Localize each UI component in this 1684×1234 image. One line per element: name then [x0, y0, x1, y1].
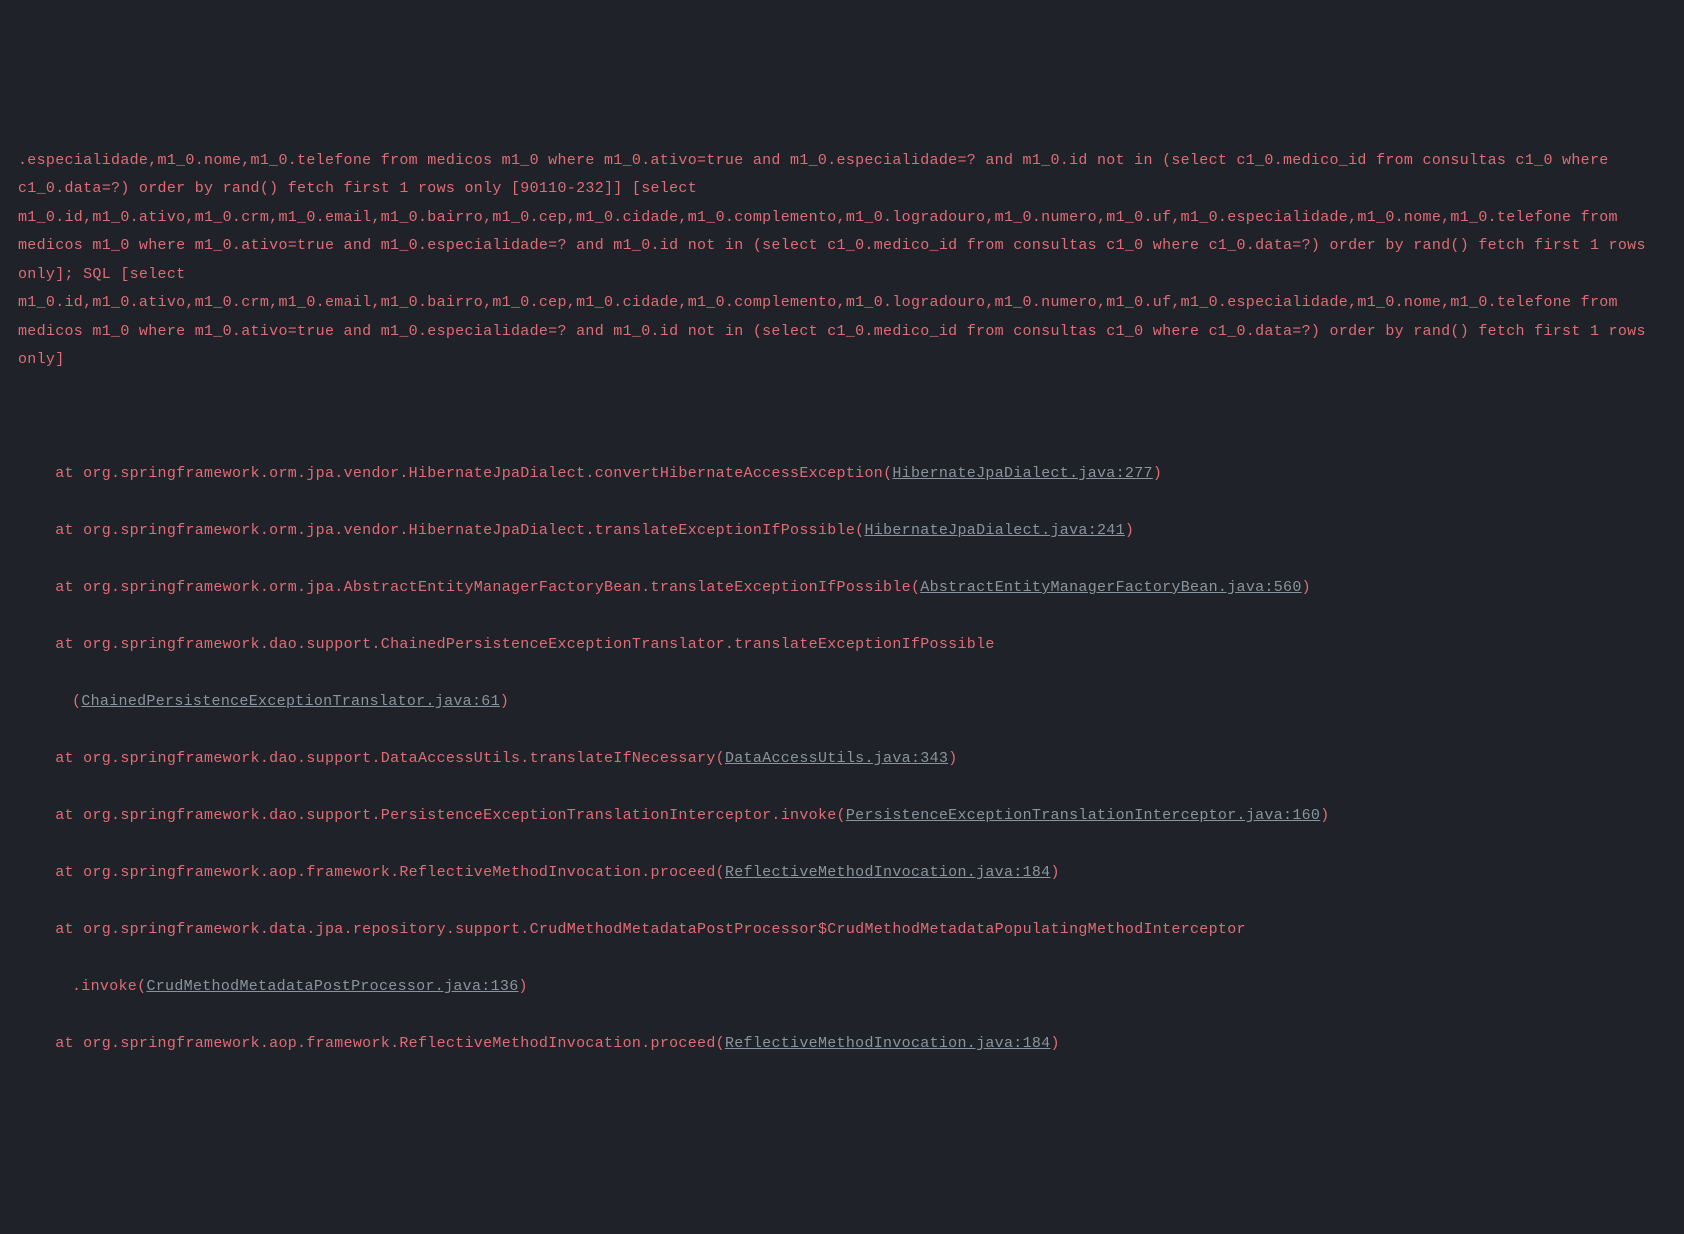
- method-name: org.springframework.dao.support.DataAcce…: [83, 750, 716, 767]
- at-keyword: at: [55, 807, 83, 824]
- paren-open: (: [137, 978, 146, 995]
- paren-open: (: [837, 807, 846, 824]
- at-keyword: at: [55, 465, 83, 482]
- at-keyword: at: [55, 750, 83, 767]
- method-name: org.springframework.dao.support.ChainedP…: [83, 636, 995, 653]
- paren-open: (: [716, 1035, 725, 1052]
- source-link[interactable]: HibernateJpaDialect.java:277: [892, 465, 1152, 482]
- stack-trace-continuation: (ChainedPersistenceExceptionTranslator.j…: [18, 688, 1666, 717]
- paren-close: ): [1320, 807, 1329, 824]
- stack-trace-line: at org.springframework.orm.jpa.vendor.Hi…: [18, 460, 1666, 489]
- source-link[interactable]: DataAccessUtils.java:343: [725, 750, 948, 767]
- stack-trace-line: at org.springframework.aop.framework.Ref…: [18, 859, 1666, 888]
- source-link[interactable]: ReflectiveMethodInvocation.java:184: [725, 864, 1051, 881]
- method-name: org.springframework.orm.jpa.vendor.Hiber…: [83, 465, 883, 482]
- paren-close: ): [948, 750, 957, 767]
- stack-trace-line: at org.springframework.orm.jpa.AbstractE…: [18, 574, 1666, 603]
- stack-trace-line: at org.springframework.dao.support.DataA…: [18, 745, 1666, 774]
- method-name: org.springframework.orm.jpa.AbstractEnti…: [83, 579, 911, 596]
- stack-trace-line: at org.springframework.dao.support.Persi…: [18, 802, 1666, 831]
- paren-close: ): [500, 693, 509, 710]
- console-output: .especialidade,m1_0.nome,m1_0.telefone f…: [18, 118, 1666, 1087]
- at-keyword: at: [55, 921, 83, 938]
- source-link[interactable]: ChainedPersistenceExceptionTranslator.ja…: [81, 693, 500, 710]
- method-name: org.springframework.dao.support.Persiste…: [83, 807, 836, 824]
- at-keyword: at: [55, 636, 83, 653]
- method-suffix: .invoke: [72, 978, 137, 995]
- at-keyword: at: [55, 864, 83, 881]
- method-name: org.springframework.aop.framework.Reflec…: [83, 1035, 716, 1052]
- at-keyword: at: [55, 579, 83, 596]
- blank-line: [18, 403, 1666, 432]
- paren-close: ): [1153, 465, 1162, 482]
- source-link[interactable]: CrudMethodMetadataPostProcessor.java:136: [146, 978, 518, 995]
- at-keyword: at: [55, 1035, 83, 1052]
- method-name: org.springframework.data.jpa.repository.…: [83, 921, 1246, 938]
- paren-open: (: [911, 579, 920, 596]
- method-name: org.springframework.orm.jpa.vendor.Hiber…: [83, 522, 855, 539]
- source-link[interactable]: ReflectiveMethodInvocation.java:184: [725, 1035, 1051, 1052]
- paren-close: ): [1302, 579, 1311, 596]
- paren-open: (: [72, 693, 81, 710]
- paren-close: ): [519, 978, 528, 995]
- paren-close: ): [1051, 1035, 1060, 1052]
- paren-open: (: [883, 465, 892, 482]
- method-name: org.springframework.aop.framework.Reflec…: [83, 864, 716, 881]
- at-keyword: at: [55, 522, 83, 539]
- source-link[interactable]: PersistenceExceptionTranslationIntercept…: [846, 807, 1320, 824]
- paren-open: (: [716, 750, 725, 767]
- source-link[interactable]: AbstractEntityManagerFactoryBean.java:56…: [920, 579, 1301, 596]
- paren-close: ): [1051, 864, 1060, 881]
- source-link[interactable]: HibernateJpaDialect.java:241: [864, 522, 1124, 539]
- stack-trace-line: at org.springframework.orm.jpa.vendor.Hi…: [18, 517, 1666, 546]
- stack-trace-continuation: .invoke(CrudMethodMetadataPostProcessor.…: [18, 973, 1666, 1002]
- paren-close: ): [1125, 522, 1134, 539]
- paren-open: (: [716, 864, 725, 881]
- stack-trace-line: at org.springframework.dao.support.Chain…: [18, 631, 1666, 660]
- stack-trace-line: at org.springframework.data.jpa.reposito…: [18, 916, 1666, 945]
- error-message: .especialidade,m1_0.nome,m1_0.telefone f…: [18, 147, 1666, 375]
- stack-trace-line: at org.springframework.aop.framework.Ref…: [18, 1030, 1666, 1059]
